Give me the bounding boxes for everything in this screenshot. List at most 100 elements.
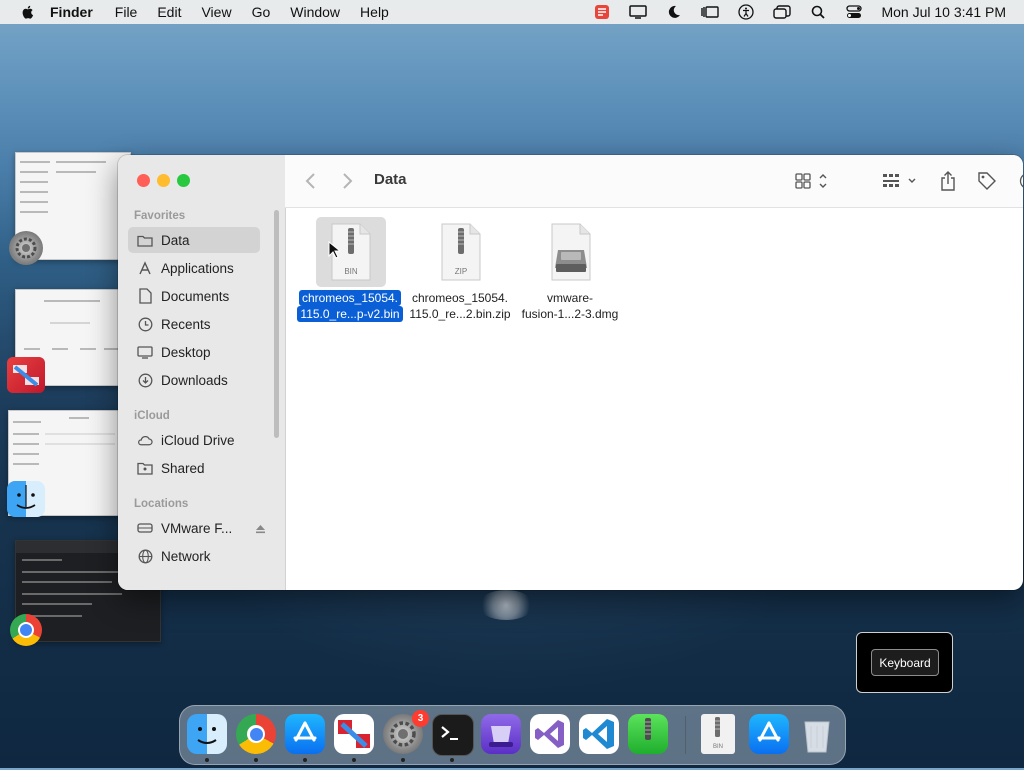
- menu-app-name[interactable]: Finder: [50, 4, 93, 20]
- sidebar-item-vmware-volume[interactable]: VMware F...: [128, 515, 268, 541]
- sidebar-item-label: Shared: [161, 460, 205, 476]
- dock-parallels-icon[interactable]: [334, 714, 374, 754]
- sidebar-section-icloud: iCloud: [134, 410, 170, 422]
- view-mode-button[interactable]: [795, 171, 829, 191]
- mouse-pointer-icon: [328, 241, 340, 259]
- dock-chrome-icon[interactable]: [236, 714, 276, 754]
- control-center-icon[interactable]: [845, 4, 863, 20]
- eject-icon[interactable]: [255, 522, 266, 537]
- finder-app-icon[interactable]: [7, 481, 45, 517]
- menu-edit[interactable]: Edit: [157, 4, 181, 20]
- sidebar-item-label: Downloads: [161, 372, 228, 388]
- moon-icon[interactable]: [665, 4, 683, 20]
- share-button[interactable]: [940, 171, 956, 191]
- minimize-window-button[interactable]: [157, 174, 170, 187]
- file-type-label: BIN: [713, 744, 723, 750]
- spotlight-search-icon[interactable]: [809, 4, 827, 20]
- dock-bin-file-icon[interactable]: BIN: [701, 714, 735, 754]
- sidebar-item-recents[interactable]: Recents: [128, 311, 260, 337]
- file-type-label: BIN: [344, 267, 358, 276]
- sidebar-item-icloud-drive[interactable]: iCloud Drive: [128, 427, 260, 453]
- dock-running-indicator: [352, 758, 356, 762]
- dock-running-indicator: [450, 758, 454, 762]
- menu-window[interactable]: Window: [290, 4, 340, 20]
- sidebar-item-network[interactable]: Network: [128, 543, 260, 569]
- zoom-window-button[interactable]: [177, 174, 190, 187]
- accessibility-icon[interactable]: [737, 4, 755, 20]
- dock-installer-icon[interactable]: [481, 714, 521, 754]
- applications-icon: [137, 260, 153, 276]
- dock-archive-utility-icon[interactable]: [628, 714, 668, 754]
- finder-toolbar: Data: [285, 155, 1023, 208]
- drive-icon: [137, 520, 153, 536]
- finder-window: Favorites Data Applications Documents Re…: [118, 155, 1023, 590]
- back-button[interactable]: [305, 171, 317, 191]
- sidebar-item-shared[interactable]: Shared: [128, 455, 260, 481]
- tag-button[interactable]: [977, 171, 997, 191]
- more-actions-button[interactable]: [1019, 171, 1023, 191]
- menu-help[interactable]: Help: [360, 4, 389, 20]
- menu-file[interactable]: File: [115, 4, 138, 20]
- dock-terminal-icon[interactable]: [432, 714, 474, 756]
- shared-folder-icon: [137, 460, 153, 476]
- group-by-button[interactable]: [882, 171, 920, 191]
- menu-go[interactable]: Go: [252, 4, 271, 20]
- finder-sidebar: Favorites Data Applications Documents Re…: [118, 155, 286, 590]
- chrome-app-icon[interactable]: [10, 614, 42, 646]
- dock-vscode-icon[interactable]: [579, 714, 619, 754]
- close-window-button[interactable]: [137, 174, 150, 187]
- wallpaper-rock: [478, 590, 534, 620]
- sidebar-section-locations: Locations: [134, 498, 189, 510]
- display-icon[interactable]: [629, 4, 648, 20]
- folder-icon: [137, 232, 153, 248]
- parallels-status-icon[interactable]: [593, 4, 611, 20]
- window-title: Data: [374, 171, 407, 188]
- cloud-icon: [137, 432, 153, 448]
- dock: 3 BIN: [179, 705, 846, 765]
- dock-finder-icon[interactable]: [187, 714, 227, 754]
- dock-visual-studio-icon[interactable]: [530, 714, 570, 754]
- menu-bar: Finder File Edit View Go Window Help Mon…: [0, 0, 1024, 24]
- file-name: vmware-fusion-1...2-3.dmg: [521, 291, 619, 321]
- sidebar-item-documents[interactable]: Documents: [128, 283, 260, 309]
- dock-separator: [685, 716, 686, 754]
- sidebar-item-downloads[interactable]: Downloads: [128, 367, 260, 393]
- sidebar-item-applications[interactable]: Applications: [128, 255, 260, 281]
- parallels-app-icon[interactable]: [7, 357, 45, 393]
- dock-system-settings-icon[interactable]: 3: [383, 710, 429, 754]
- keyboard-button[interactable]: Keyboard: [871, 649, 939, 676]
- disk-image-icon: [536, 217, 606, 287]
- sidebar-item-label: Documents: [161, 288, 230, 304]
- dock-running-indicator: [401, 758, 405, 762]
- sidebar-item-label: Recents: [161, 316, 211, 332]
- menu-view[interactable]: View: [201, 4, 231, 20]
- dock-downloads-stack-icon[interactable]: [749, 714, 789, 754]
- dock-running-indicator: [303, 758, 307, 762]
- menu-bar-clock[interactable]: Mon Jul 10 3:41 PM: [881, 4, 1006, 20]
- notification-badge: 3: [412, 710, 429, 727]
- globe-icon: [137, 548, 153, 564]
- stage-manager-icon[interactable]: [701, 4, 720, 20]
- dock-running-indicator: [254, 758, 258, 762]
- apple-menu-icon[interactable]: [20, 4, 36, 20]
- window-switcher-icon[interactable]: [773, 4, 792, 20]
- sidebar-item-label: Applications: [161, 260, 234, 276]
- forward-button[interactable]: [341, 171, 353, 191]
- file-type-label: ZIP: [455, 267, 467, 276]
- sidebar-item-label: Network: [161, 548, 211, 564]
- file-name: chromeos_15054. 115.0_re...p-v2.bin: [290, 290, 410, 322]
- sidebar-item-data[interactable]: Data: [128, 227, 260, 253]
- clock-icon: [137, 316, 153, 332]
- sidebar-scrollbar[interactable]: [274, 210, 279, 438]
- dock-app-store-icon[interactable]: [285, 714, 325, 754]
- sidebar-item-label: Desktop: [161, 344, 211, 360]
- zip-file-icon: ZIP: [426, 217, 496, 287]
- dock-trash-icon[interactable]: [797, 714, 837, 754]
- system-settings-app-icon[interactable]: [9, 231, 43, 265]
- file-name: chromeos_15054. 115.0_re...2.bin.zip: [409, 291, 511, 321]
- bin-file-icon: BIN: [316, 217, 386, 287]
- keyboard-overlay: Keyboard: [856, 632, 953, 693]
- sidebar-item-desktop[interactable]: Desktop: [128, 339, 260, 365]
- sidebar-item-label: iCloud Drive: [161, 432, 235, 448]
- dock-running-indicator: [205, 758, 209, 762]
